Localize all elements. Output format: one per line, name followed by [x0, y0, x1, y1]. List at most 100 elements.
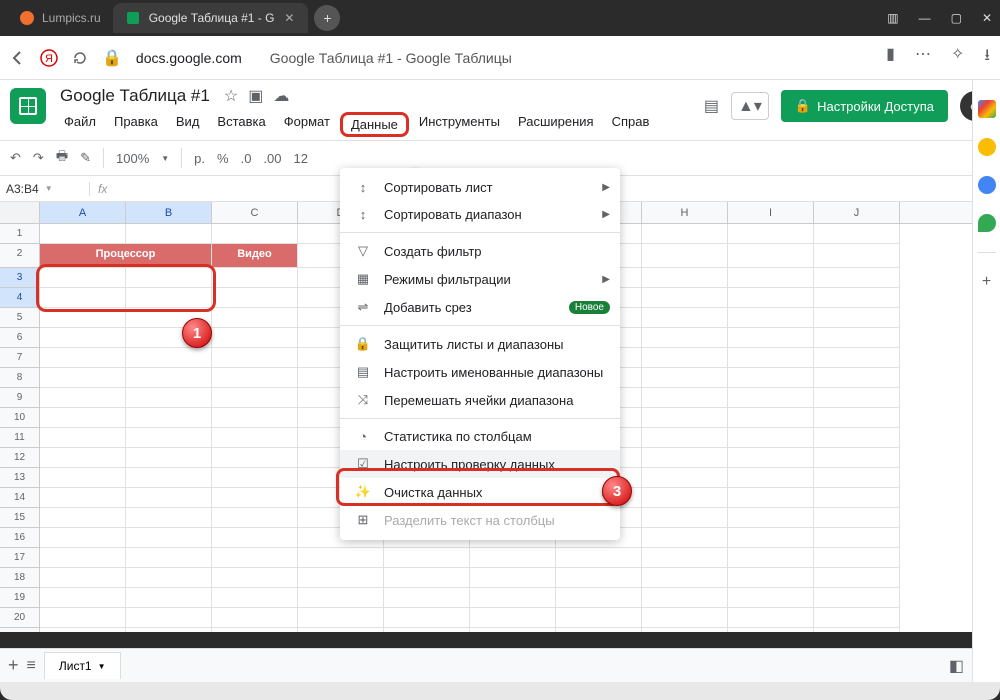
cell[interactable]	[40, 548, 126, 568]
cloud-icon[interactable]: ☁	[273, 86, 289, 106]
cell[interactable]	[40, 528, 126, 548]
cell[interactable]	[814, 608, 900, 628]
cell[interactable]	[728, 568, 814, 588]
row-header[interactable]: 9	[0, 388, 40, 408]
cell[interactable]	[40, 308, 126, 328]
menu-add-slicer[interactable]: ⇌Добавить срезНовое	[340, 293, 620, 321]
cell[interactable]	[40, 408, 126, 428]
decrease-decimal-button[interactable]: .0	[241, 151, 252, 166]
cell[interactable]	[642, 548, 728, 568]
col-header[interactable]: B	[126, 202, 212, 223]
row-header[interactable]: 18	[0, 568, 40, 588]
library-icon[interactable]: ▥	[887, 11, 898, 25]
row-header[interactable]: 13	[0, 468, 40, 488]
row-header[interactable]: 5	[0, 308, 40, 328]
cell[interactable]	[642, 368, 728, 388]
bookmark-icon[interactable]: ▮	[886, 44, 895, 71]
menu-column-stats[interactable]: ◔Статистика по столбцам	[340, 423, 620, 450]
cell[interactable]	[814, 408, 900, 428]
cell[interactable]	[126, 488, 212, 508]
cell[interactable]	[384, 628, 470, 632]
sheet-tab[interactable]: Лист1▼	[44, 652, 121, 679]
cell[interactable]	[470, 628, 556, 632]
cell[interactable]	[728, 588, 814, 608]
cell[interactable]	[384, 548, 470, 568]
close-window-button[interactable]: ✕	[982, 11, 992, 25]
cell[interactable]	[642, 448, 728, 468]
col-header[interactable]: I	[728, 202, 814, 223]
menu-data[interactable]: Данные	[340, 112, 409, 137]
comment-history-icon[interactable]: ▤	[704, 96, 719, 116]
row-header[interactable]: 16	[0, 528, 40, 548]
cell[interactable]	[814, 448, 900, 468]
cell[interactable]	[814, 348, 900, 368]
cell[interactable]: Видео	[212, 244, 298, 268]
menu-sort-range[interactable]: ↕Сортировать диапазон▶	[340, 201, 620, 228]
percent-button[interactable]: %	[217, 151, 229, 166]
cell[interactable]	[470, 568, 556, 588]
cell[interactable]	[814, 508, 900, 528]
menu-named-ranges[interactable]: ▤Настроить именованные диапазоны	[340, 358, 620, 386]
cell[interactable]	[384, 608, 470, 628]
menu-edit[interactable]: Правка	[106, 112, 166, 137]
cell[interactable]	[126, 568, 212, 588]
cell[interactable]	[212, 268, 298, 288]
cell[interactable]	[298, 608, 384, 628]
cell[interactable]	[126, 448, 212, 468]
cell[interactable]	[814, 568, 900, 588]
cell[interactable]	[728, 508, 814, 528]
cell[interactable]	[40, 448, 126, 468]
cell[interactable]	[40, 224, 126, 244]
cell[interactable]	[40, 288, 126, 308]
cell[interactable]	[642, 568, 728, 588]
cell[interactable]	[642, 268, 728, 288]
reload-button[interactable]	[72, 50, 88, 66]
cell[interactable]	[470, 588, 556, 608]
row-header[interactable]: 3	[0, 268, 40, 288]
print-icon[interactable]: 🖶	[56, 147, 68, 169]
cell[interactable]	[642, 428, 728, 448]
row-header[interactable]: 8	[0, 368, 40, 388]
menu-file[interactable]: Файл	[56, 112, 104, 137]
cell[interactable]	[728, 428, 814, 448]
col-header[interactable]: J	[814, 202, 900, 223]
cell[interactable]	[212, 628, 298, 632]
cell[interactable]	[126, 224, 212, 244]
all-sheets-button[interactable]: ≡	[27, 657, 36, 675]
cell[interactable]	[212, 608, 298, 628]
more-icon[interactable]: ⋯	[915, 44, 931, 71]
cell[interactable]	[728, 528, 814, 548]
cell[interactable]	[212, 388, 298, 408]
cell[interactable]	[728, 608, 814, 628]
cell[interactable]	[642, 508, 728, 528]
cell[interactable]	[40, 588, 126, 608]
cell[interactable]	[40, 488, 126, 508]
calendar-icon[interactable]	[978, 100, 996, 118]
extensions-icon[interactable]: ✧	[951, 44, 964, 71]
cell[interactable]	[40, 428, 126, 448]
cell[interactable]	[556, 548, 642, 568]
cell[interactable]	[298, 568, 384, 588]
cell[interactable]	[728, 244, 814, 268]
cell[interactable]	[126, 368, 212, 388]
cell[interactable]	[126, 428, 212, 448]
cell[interactable]	[212, 548, 298, 568]
menu-sort-sheet[interactable]: ↕Сортировать лист▶	[340, 174, 620, 201]
menu-extensions[interactable]: Расширения	[510, 112, 602, 137]
row-header[interactable]: 1	[0, 224, 40, 244]
share-button[interactable]: 🔒 Настройки Доступа	[781, 90, 948, 122]
cell[interactable]	[126, 288, 212, 308]
cell[interactable]	[814, 588, 900, 608]
cell[interactable]	[642, 608, 728, 628]
cell[interactable]	[556, 608, 642, 628]
url-text[interactable]: docs.google.com	[136, 50, 242, 66]
cell[interactable]	[40, 328, 126, 348]
cell[interactable]	[126, 548, 212, 568]
cell[interactable]	[40, 388, 126, 408]
cell[interactable]	[126, 468, 212, 488]
cell[interactable]	[814, 548, 900, 568]
cell[interactable]	[728, 628, 814, 632]
close-tab-icon[interactable]: ✕	[282, 11, 296, 25]
cell[interactable]	[212, 588, 298, 608]
cell[interactable]	[642, 628, 728, 632]
